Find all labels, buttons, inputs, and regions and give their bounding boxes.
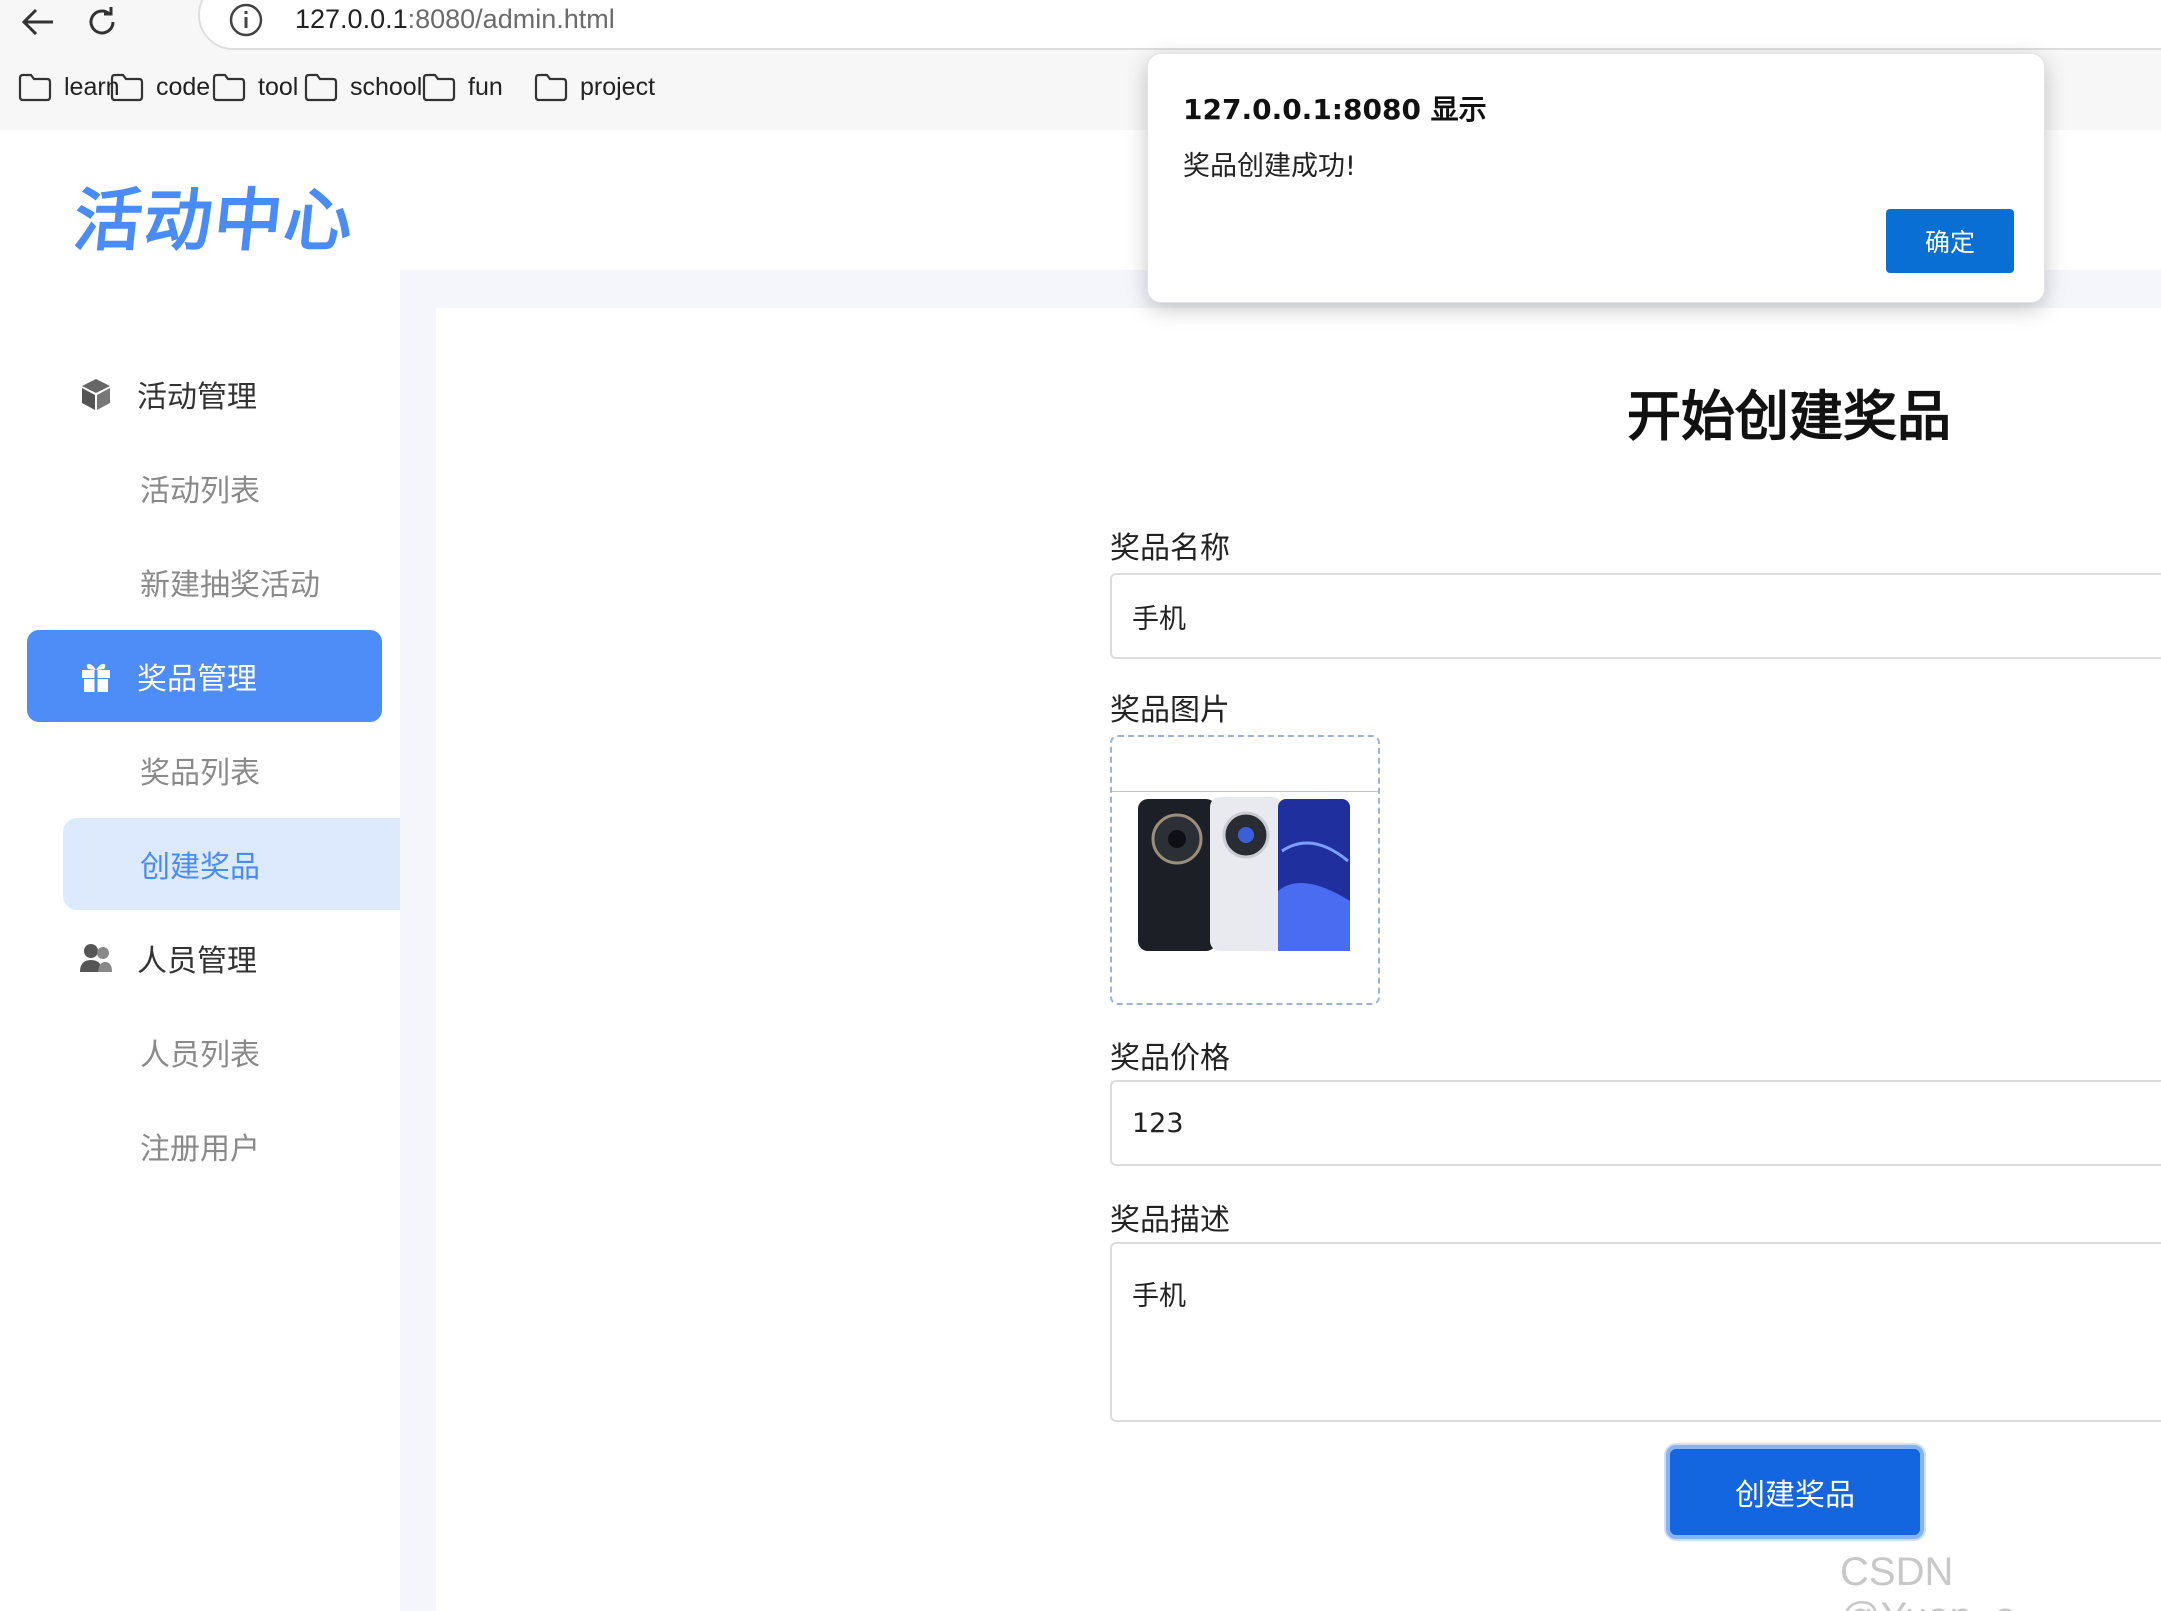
folder-icon <box>422 73 456 102</box>
bookmark-code[interactable]: code <box>110 72 210 102</box>
bookmark-tool[interactable]: tool <box>212 72 298 102</box>
folder-icon <box>18 73 52 102</box>
dialog-message: 奖品创建成功! <box>1183 151 1356 182</box>
browser-toolbar: 127.0.0.1:8080/admin.html <box>0 0 2161 50</box>
create-prize-button[interactable]: 创建奖品 <box>1666 1445 1924 1539</box>
cube-icon <box>77 375 115 413</box>
bookmark-label: tool <box>258 72 299 101</box>
folder-icon <box>212 73 246 102</box>
app-logo: 活动中心 <box>70 182 359 261</box>
bookmark-label: school <box>350 72 423 101</box>
gift-icon <box>77 657 115 695</box>
bookmark-project[interactable]: project <box>534 72 655 102</box>
prize-name-value: 手机 <box>1132 603 1186 635</box>
sidebar-item-create-prize[interactable]: 创建奖品 <box>63 818 400 910</box>
url-host: 127.0.0.1 <box>295 4 408 34</box>
sidebar-item-register-user[interactable]: 注册用户 <box>63 1100 400 1192</box>
reload-icon <box>89 7 115 35</box>
page-title: 开始创建奖品 <box>1627 385 1951 448</box>
sidebar-item-label: 人员列表 <box>140 1038 260 1073</box>
sidebar-item-prize-list[interactable]: 奖品列表 <box>63 724 400 816</box>
sidebar-item-activity-list[interactable]: 活动列表 <box>63 442 400 534</box>
bookmark-learn[interactable]: learn <box>18 72 120 102</box>
prize-price-input[interactable]: 123 <box>1110 1080 2161 1166</box>
bookmark-fun[interactable]: fun <box>422 72 503 102</box>
bookmark-label: code <box>156 72 211 101</box>
dialog-title: 127.0.0.1:8080 显示 <box>1183 93 1487 126</box>
folder-icon <box>534 73 568 102</box>
url-path: :8080/admin.html <box>407 4 615 34</box>
reload-button[interactable] <box>82 2 122 42</box>
sidebar-item-label: 创建奖品 <box>140 850 260 885</box>
folder-icon <box>110 73 144 102</box>
back-arrow-icon <box>21 8 53 36</box>
sidebar-group-label: 人员管理 <box>137 944 257 979</box>
prize-image-label: 奖品图片 <box>1110 693 1230 728</box>
sidebar-group-activity[interactable]: 活动管理 <box>27 348 382 440</box>
sidebar-group-label: 活动管理 <box>137 380 257 415</box>
sidebar-item-new-lottery[interactable]: 新建抽奖活动 <box>63 536 400 628</box>
folder-icon <box>304 73 338 102</box>
sidebar-group-label: 奖品管理 <box>137 662 257 697</box>
sidebar-item-user-list[interactable]: 人员列表 <box>63 1006 400 1098</box>
sidebar-item-label: 新建抽奖活动 <box>140 568 320 603</box>
sidebar: 活动管理 活动列表 新建抽奖活动 奖品管理 奖品列表 创建奖品 人员管理 人员列… <box>5 270 400 1611</box>
prize-price-label: 奖品价格 <box>1110 1041 1230 1076</box>
bookmark-label: project <box>580 72 656 101</box>
phone-preview-image <box>1112 791 1378 951</box>
watermark: CSDN @Yuan_o_ <box>1840 1550 2039 1611</box>
sidebar-group-users[interactable]: 人员管理 <box>27 912 382 1004</box>
prize-description-textarea[interactable]: 手机 <box>1110 1242 2161 1422</box>
sidebar-group-prize[interactable]: 奖品管理 <box>27 630 382 722</box>
alert-dialog: 127.0.0.1:8080 显示 奖品创建成功! 确定 <box>1147 53 2045 303</box>
prize-name-input[interactable]: 手机 <box>1110 573 2161 659</box>
users-icon <box>77 939 115 977</box>
sidebar-item-label: 注册用户 <box>140 1132 260 1167</box>
bookmark-school[interactable]: school <box>304 72 422 102</box>
back-button[interactable] <box>18 2 58 42</box>
sidebar-item-label: 活动列表 <box>140 474 260 509</box>
prize-image-upload[interactable] <box>1110 735 1380 1005</box>
prize-description-value: 手机 <box>1132 1281 1186 1312</box>
sidebar-item-label: 奖品列表 <box>140 756 260 791</box>
prize-name-label: 奖品名称 <box>1110 531 1230 566</box>
dialog-ok-button[interactable]: 确定 <box>1886 209 2014 273</box>
prize-description-label: 奖品描述 <box>1110 1203 1230 1238</box>
prize-price-value: 123 <box>1132 1107 1184 1139</box>
url-text[interactable]: 127.0.0.1:8080/admin.html <box>295 4 615 35</box>
bookmark-label: fun <box>468 72 503 101</box>
site-info-icon[interactable] <box>228 2 264 38</box>
